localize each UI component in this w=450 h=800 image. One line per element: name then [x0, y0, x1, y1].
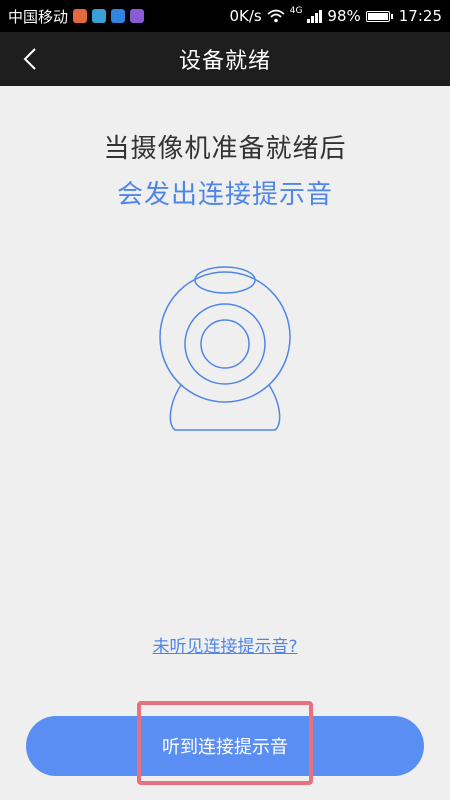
- battery-icon: [365, 10, 393, 22]
- clock: 17:25: [398, 7, 442, 25]
- back-button[interactable]: [10, 38, 50, 80]
- status-right: 0K/s 4G 98% 17:25: [229, 6, 442, 25]
- battery-percent: 98%: [327, 7, 361, 25]
- status-bar: 中国移动 0K/s 4G 98% 17:25: [0, 0, 450, 32]
- title-bar: 设备就绪: [0, 32, 450, 86]
- network-type-label: 4G: [289, 6, 303, 16]
- webcam-icon: [159, 266, 291, 431]
- app-notification-orange-icon: [73, 9, 88, 23]
- chevron-left-icon: [23, 48, 36, 70]
- no-sound-help-link[interactable]: 未听见连接提示音?: [0, 632, 450, 657]
- status-left: 中国移动: [8, 6, 145, 27]
- instruction-subheadline: 会发出连接提示音: [116, 180, 333, 210]
- heard-sound-confirm-button[interactable]: 听到连接提示音: [26, 716, 424, 776]
- app-notification-cyan-icon: [92, 9, 107, 23]
- chat-bubble-icon: [111, 9, 126, 23]
- page-title: 设备就绪: [178, 49, 271, 74]
- instruction-headline: 当摄像机准备就绪后: [103, 134, 347, 164]
- network-speed: 0K/s: [229, 7, 262, 25]
- app-notification-purple-icon: [130, 9, 145, 23]
- signal-icon: [307, 9, 323, 23]
- carrier-name: 中国移动: [8, 7, 69, 26]
- wifi-icon: [267, 9, 285, 23]
